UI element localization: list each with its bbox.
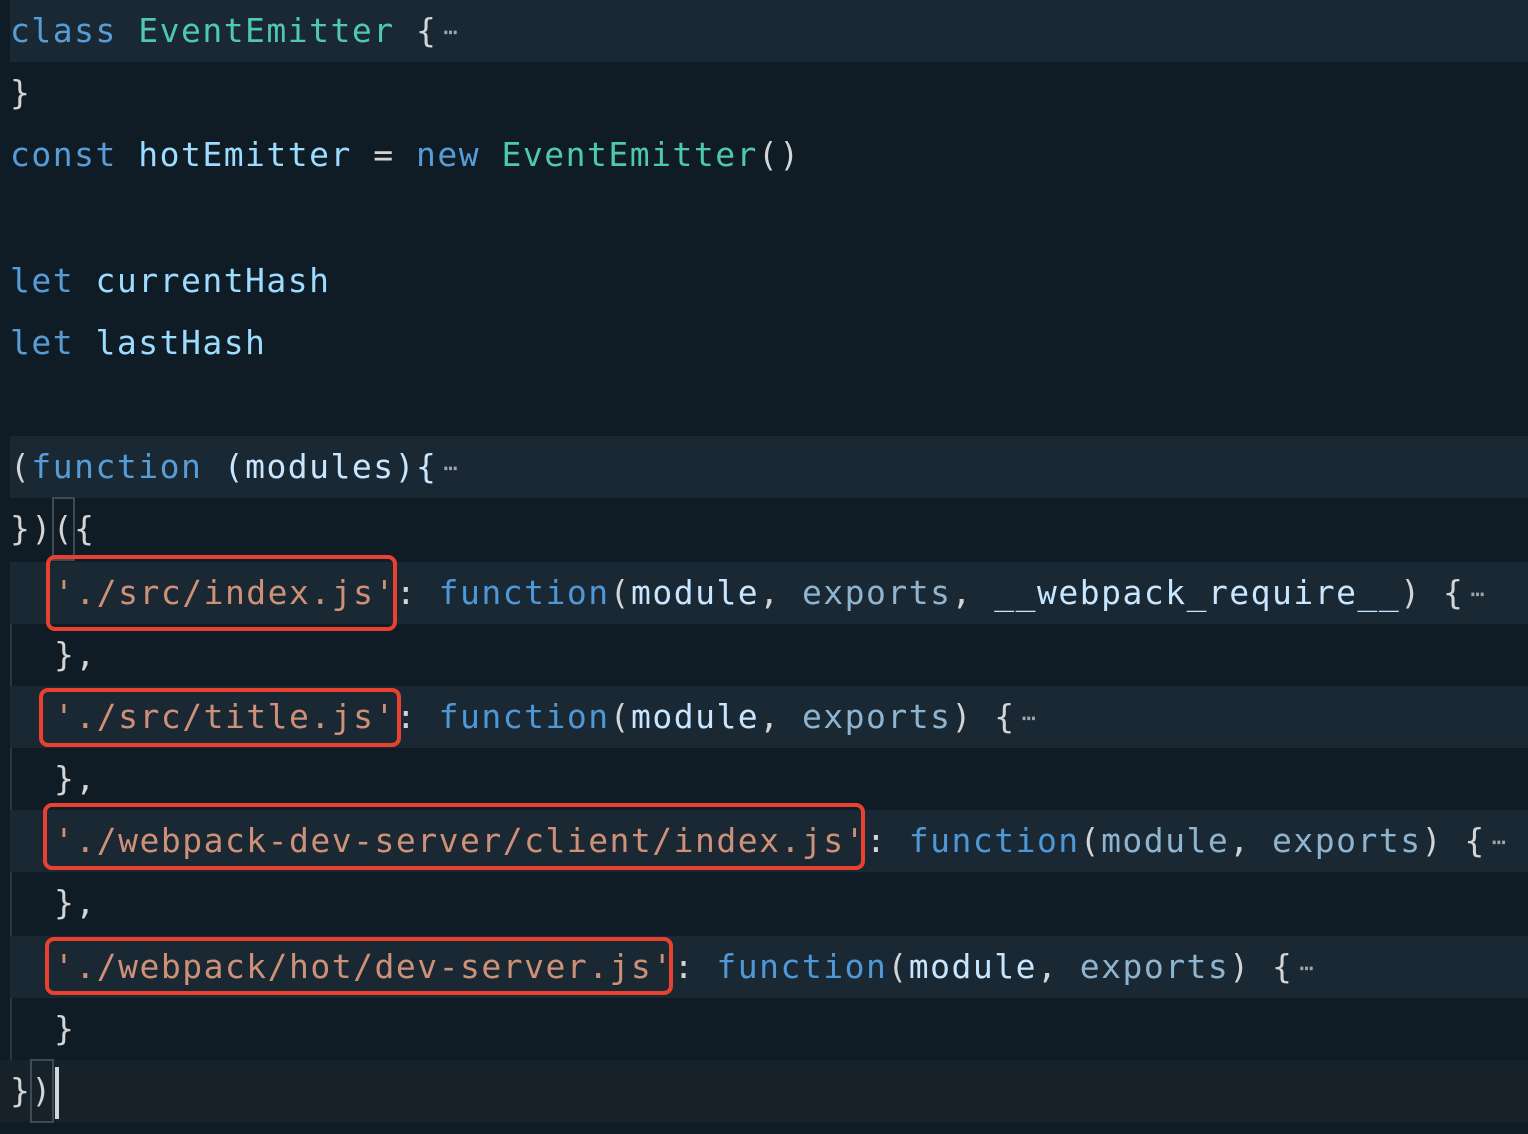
close-paren-brace: ) { — [1421, 821, 1486, 860]
code-line-iife-invoke[interactable]: })({ — [0, 497, 1528, 561]
close-paren-brace: ) { — [1400, 573, 1465, 612]
code-line-const-hotemitter[interactable]: const hotEmitter = new EventEmitter() — [0, 124, 1528, 186]
colon: : — [673, 947, 696, 986]
code-line-module-close-last[interactable]: } — [0, 998, 1528, 1060]
code-line-module-close[interactable]: }, — [0, 624, 1528, 686]
fold-ellipsis-icon[interactable]: ⋯ — [1299, 954, 1314, 982]
module-close: }, — [54, 883, 97, 922]
exports-parameter: exports — [801, 573, 952, 612]
class-name-eventemitter: EventEmitter — [138, 11, 395, 50]
comma: , — [1229, 821, 1273, 860]
exports-parameter: exports — [1079, 947, 1230, 986]
open-paren: ( — [609, 697, 631, 736]
close-function: }) — [10, 509, 53, 548]
code-line-let-currenthash[interactable]: let currentHash — [0, 250, 1528, 312]
open-brace: { — [74, 509, 96, 548]
open-paren: ( — [609, 573, 631, 612]
keyword-const: const — [10, 135, 117, 174]
open-paren: ( — [10, 447, 32, 486]
exports-parameter: exports — [1272, 821, 1422, 860]
code-line-content: let lastHash — [10, 312, 266, 374]
code-editor[interactable]: class EventEmitter {⋯ } const hotEmitter… — [0, 0, 1528, 1134]
code-line-module-client-index[interactable]: './webpack-dev-server/client/index.js': … — [10, 810, 1528, 872]
modules-parameter: (modules){ — [223, 447, 438, 486]
colon: : — [395, 573, 418, 612]
code-line-close-brace[interactable]: } — [0, 62, 1528, 124]
fold-ellipsis-icon[interactable]: ⋯ — [1470, 580, 1485, 608]
module-key-hot-dev-server: './webpack/hot/dev-server.js' — [54, 947, 674, 986]
code-line-content: const hotEmitter = new EventEmitter() — [10, 124, 801, 186]
code-line-module-close[interactable]: }, — [0, 872, 1528, 934]
code-line-content: './src/index.js': function(module, expor… — [54, 562, 1485, 624]
comma: , — [1036, 947, 1080, 986]
keyword-function: function — [716, 947, 888, 986]
close-paren-brace: ) { — [1229, 947, 1294, 986]
comma: , — [951, 573, 995, 612]
comma: , — [759, 697, 802, 736]
keyword-function: function — [438, 697, 610, 736]
open-paren: ( — [887, 947, 909, 986]
keyword-class: class — [10, 11, 117, 50]
code-line-content: })({ — [10, 497, 96, 561]
assignment-operator: = — [373, 135, 395, 174]
code-line-let-lasthash[interactable]: let lastHash — [0, 312, 1528, 374]
code-line-module-index[interactable]: './src/index.js': function(module, expor… — [10, 562, 1528, 624]
call-parens: () — [757, 135, 801, 174]
module-parameter: module — [1101, 821, 1230, 860]
exports-parameter: exports — [801, 697, 952, 736]
keyword-new: new — [416, 135, 481, 174]
code-line-module-title[interactable]: './src/title.js': function(module, expor… — [10, 686, 1528, 748]
module-key-dev-server-client: './webpack-dev-server/client/index.js' — [54, 821, 866, 860]
variable-hotemitter: hotEmitter — [138, 135, 352, 174]
close-paren-brace: ) { — [951, 697, 1016, 736]
fold-ellipsis-icon[interactable]: ⋯ — [1492, 828, 1507, 856]
code-line-content: let currentHash — [10, 250, 331, 312]
code-line-final-close[interactable]: }) — [0, 1059, 1528, 1123]
variable-currenthash: currentHash — [95, 261, 331, 300]
code-line-iife-function[interactable]: (function (modules){⋯ — [10, 436, 1528, 498]
class-name-eventemitter: EventEmitter — [501, 135, 758, 174]
module-close: }, — [54, 635, 97, 674]
module-key-src-index: './src/index.js' — [54, 573, 396, 612]
code-line-content: class EventEmitter {⋯ — [10, 0, 458, 62]
module-parameter: module — [630, 697, 760, 736]
matched-bracket: ) — [30, 1059, 54, 1123]
variable-lasthash: lastHash — [95, 323, 267, 362]
code-line-content: './webpack/hot/dev-server.js': function(… — [54, 936, 1314, 998]
keyword-function: function — [908, 821, 1080, 860]
code-line-module-close[interactable]: }, — [0, 748, 1528, 810]
code-line-class-eventemitter[interactable]: class EventEmitter {⋯ — [10, 0, 1528, 62]
keyword-let: let — [10, 261, 75, 300]
keyword-let: let — [10, 323, 75, 362]
module-close: } — [54, 1009, 76, 1048]
code-line-content: }) — [10, 1059, 59, 1123]
module-parameter: module — [908, 947, 1037, 986]
fold-ellipsis-icon[interactable]: ⋯ — [1022, 704, 1037, 732]
close-brace: } — [10, 73, 32, 112]
code-line-module-hot-dev-server[interactable]: './webpack/hot/dev-server.js': function(… — [10, 936, 1528, 998]
comma: , — [759, 573, 802, 612]
close-brace: } — [10, 1071, 32, 1110]
colon: : — [395, 697, 418, 736]
fold-ellipsis-icon[interactable]: ⋯ — [443, 18, 458, 46]
code-line-content: './webpack-dev-server/client/index.js': … — [54, 810, 1507, 872]
text-cursor — [54, 1066, 59, 1119]
open-brace: { — [416, 11, 438, 50]
module-parameter: module — [630, 573, 760, 612]
open-paren: ( — [1079, 821, 1102, 860]
code-line-content: './src/title.js': function(module, expor… — [54, 686, 1037, 748]
keyword-function: function — [31, 447, 203, 486]
fold-ellipsis-icon[interactable]: ⋯ — [443, 454, 458, 482]
matched-bracket: ( — [51, 497, 76, 561]
code-line-content: (function (modules){⋯ — [10, 436, 458, 498]
module-key-src-title: './src/title.js' — [54, 697, 396, 736]
colon: : — [865, 821, 888, 860]
keyword-function: function — [438, 573, 610, 612]
webpack-require-parameter: __webpack_require__ — [994, 573, 1401, 612]
module-close: }, — [54, 759, 97, 798]
